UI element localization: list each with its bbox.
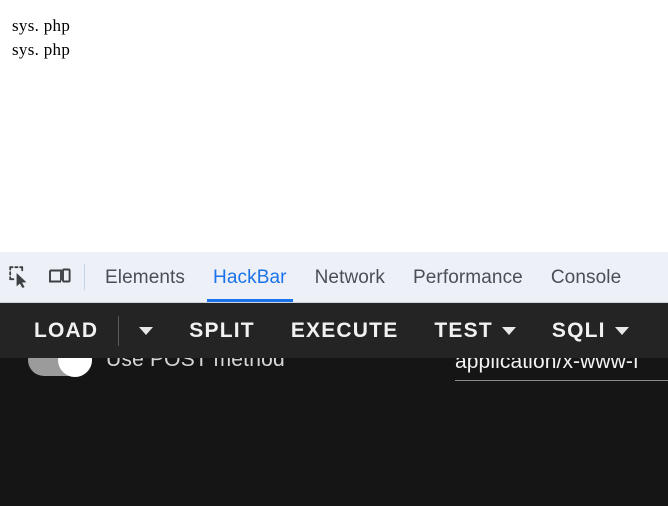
devtools-tabstrip: Elements HackBar Network Performance Con… [0,252,668,303]
hackbar-toolbar: LOAD SPLIT EXECUTE TEST SQLI [0,303,668,358]
toolbar-divider [84,264,85,290]
chevron-down-icon [501,326,516,335]
execute-button[interactable]: EXECUTE [291,319,399,343]
browser-page-content: sys. php sys. php [0,0,668,252]
chevron-down-icon [139,326,154,335]
page-text-line: sys. php [12,16,71,35]
inspect-element-icon[interactable] [0,257,40,297]
tab-hackbar[interactable]: HackBar [199,252,301,302]
load-button-label: LOAD [34,318,99,342]
devtools-panel: Elements HackBar Network Performance Con… [0,252,668,506]
page-text-line: sys. php [12,40,71,59]
test-button-label: TEST [434,318,493,342]
tab-network[interactable]: Network [301,252,399,302]
sqli-button[interactable]: SQLI [552,319,629,343]
execute-button-label: EXECUTE [290,318,399,342]
tab-console[interactable]: Console [537,252,635,302]
split-button-label: SPLIT [189,318,255,342]
sqli-button-label: SQLI [551,318,606,342]
content-type-underline [455,380,668,381]
load-divider [118,315,120,346]
split-button[interactable]: SPLIT [189,319,255,343]
screenshot-root: sys. php sys. php Elements HackBar Netwo… [0,0,668,506]
load-button[interactable]: LOAD [34,319,98,343]
tab-performance[interactable]: Performance [399,252,537,302]
test-button[interactable]: TEST [434,318,516,343]
load-dropdown-button[interactable] [139,326,154,335]
device-toolbar-icon[interactable] [40,257,80,297]
tab-elements[interactable]: Elements [91,252,199,302]
hackbar-body: Use POST method application/x-www-f Body… [0,343,668,506]
chevron-down-icon [614,326,629,335]
